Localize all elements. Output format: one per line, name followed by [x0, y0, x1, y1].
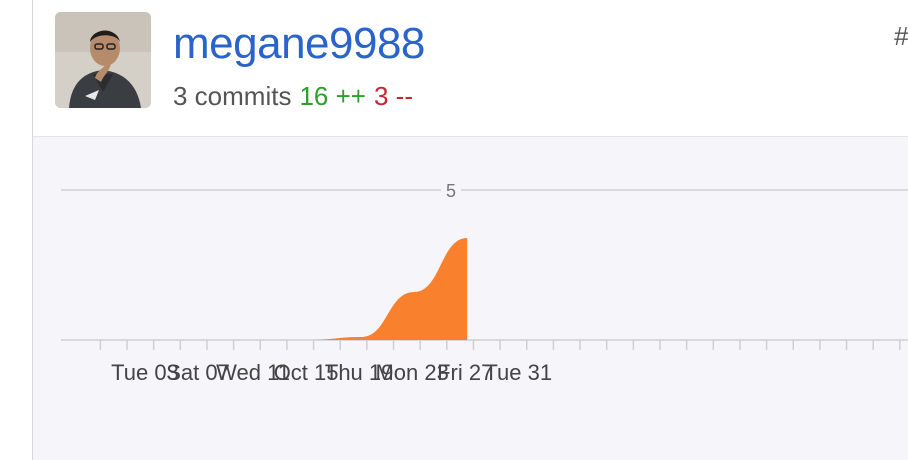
commit-count: 3 commits [173, 81, 292, 111]
additions-count: 16 ++ [299, 81, 366, 111]
contributor-rank: #2 [894, 21, 908, 51]
avatar-photo-icon [55, 12, 151, 108]
contribution-area-chart: 5Tue 03Sat 07Wed 11Oct 15Thu 19Mon 23Fri… [61, 180, 908, 385]
contributor-header: megane9988 3 commits16 ++3 -- #2 [33, 0, 908, 137]
commits-area [308, 238, 468, 340]
deletions-count: 3 -- [373, 81, 413, 111]
contribution-chart: 5 Tue 03 Sat 07 Wed 11 Oct 15 Thu 19 Mon 23 Fri… [33, 137, 908, 460]
x-tick-label: Tue 31 [484, 360, 552, 385]
username-link[interactable]: megane9988 [173, 18, 425, 70]
avatar[interactable] [55, 12, 151, 108]
contribution-stats: 3 commits 16 ++ 3 -- [173, 80, 413, 112]
gridline-label: 5 [446, 181, 456, 201]
contributor-card: megane9988 3 commits16 ++3 -- #2 5Tue 03… [32, 0, 908, 460]
